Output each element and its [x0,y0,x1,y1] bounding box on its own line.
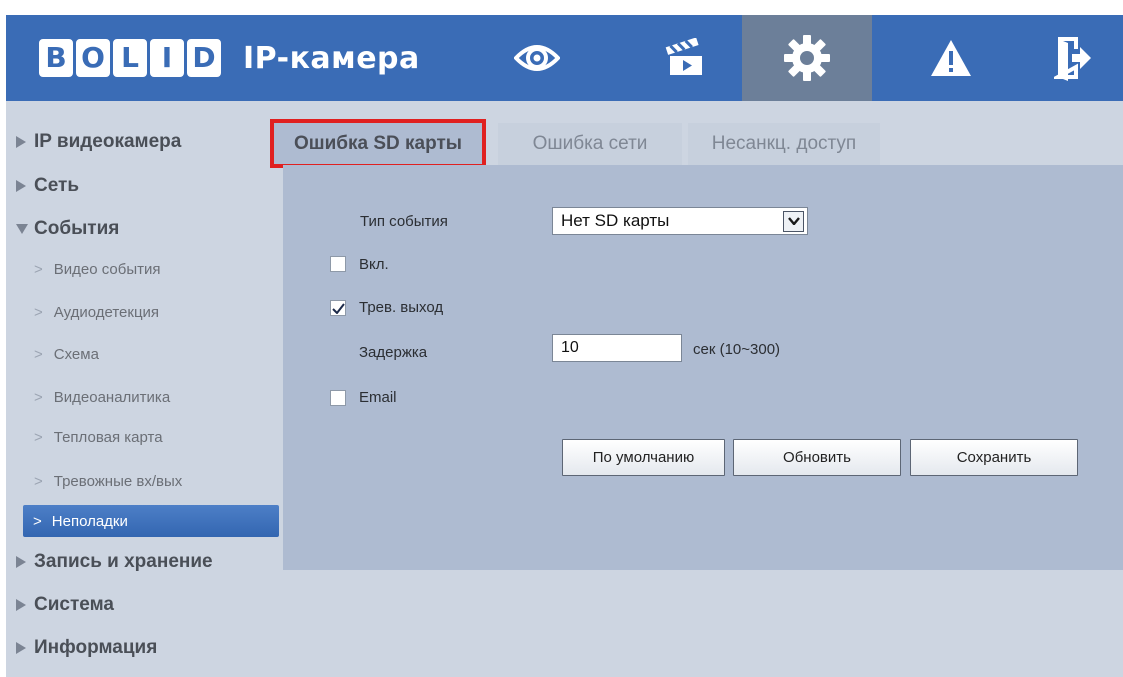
event-type-value: Нет SD карты [561,211,670,230]
chevron-right-icon: > [33,512,42,530]
sidebar-item-label: Схема [53,346,99,363]
chevron-right-icon: > [34,429,43,446]
chevron-right-icon: > [34,389,43,406]
alarm-output-label: Трев. выход [359,299,444,316]
sidebar-item-label: Аудиодетекция [53,304,160,321]
expand-arrow-icon [16,642,26,654]
enable-checkbox[interactable] [330,256,346,272]
logo-letter: B [39,39,73,77]
logout-icon [1054,37,1091,81]
event-type-label: Тип события [360,213,448,230]
sidebar-subitem-alarm-io[interactable]: > Тревожные вх/вых [34,473,309,490]
sidebar-subitem-malfunctions[interactable]: > Неполадки [23,505,279,537]
sidebar-item-label: Тепловая карта [53,429,163,446]
sidebar-subitem-video-analytics[interactable]: > Видеоаналитика [34,389,309,406]
default-button[interactable]: По умолчанию [562,439,725,476]
sidebar: IP видеокамера Сеть События > Видео собы… [6,101,283,677]
sidebar-item-label: Неполадки [51,512,128,530]
refresh-button[interactable]: Обновить [733,439,901,476]
sidebar-item-system[interactable]: Система [16,594,291,616]
enable-label: Вкл. [359,256,389,273]
gear-icon [784,35,830,81]
event-type-select[interactable]: Нет SD карты [552,207,808,235]
sidebar-item-label: IP видеокамера [34,131,182,152]
sidebar-item-label: События [34,218,120,239]
logo-letter: O [76,39,110,77]
chevron-down-icon [783,210,804,232]
sidebar-item-information[interactable]: Информация [16,637,291,659]
delay-unit-label: сек (10~300) [693,341,781,358]
nav-playback-button[interactable] [630,15,740,101]
sidebar-item-label: Информация [34,637,158,658]
sidebar-item-ip-camera[interactable]: IP видеокамера [16,131,291,153]
expand-arrow-icon [16,599,26,611]
sidebar-subitem-heat-map[interactable]: > Тепловая карта [34,429,309,446]
email-label: Email [359,389,397,406]
logo-mark: B O L I D [39,39,221,77]
email-checkbox[interactable] [330,390,346,406]
tab-network-error[interactable]: Ошибка сети [498,123,682,165]
delay-input[interactable] [552,334,682,362]
checkmark-icon [331,302,345,314]
sidebar-subitem-video-events[interactable]: > Видео события [34,261,309,278]
sidebar-item-events[interactable]: События [16,218,291,240]
sidebar-item-network[interactable]: Сеть [16,175,291,197]
app-title: IP-камера [243,40,420,76]
brand-logo: B O L I D IP-камера [39,36,420,80]
sidebar-item-label: Запись и хранение [34,551,213,572]
sidebar-item-label: Система [34,594,114,615]
expand-arrow-icon [16,136,26,148]
sidebar-item-label: Тревожные вх/вых [53,473,183,490]
chevron-right-icon: > [34,304,43,321]
logo-letter: D [187,39,221,77]
expand-arrow-icon [16,556,26,568]
save-button[interactable]: Сохранить [910,439,1078,476]
chevron-right-icon: > [34,346,43,363]
chevron-right-icon: > [34,473,43,490]
sidebar-item-label: Видеоаналитика [53,389,171,406]
clapperboard-icon [665,38,702,75]
tab-unauthorized-access[interactable]: Несанкц. доступ [688,123,880,165]
logo-letter: L [113,39,147,77]
header-bar: B O L I D IP-камера [6,15,1123,101]
sidebar-item-label: Сеть [34,175,80,196]
chevron-right-icon: > [34,261,43,278]
nav-alarm-button[interactable] [896,15,1006,101]
delay-label: Задержка [359,344,428,361]
expand-arrow-icon [16,180,26,192]
sidebar-item-recording-storage[interactable]: Запись и хранение [16,551,291,573]
nav-logout-button[interactable] [1018,15,1123,101]
sidebar-item-label: Видео события [53,261,161,278]
sidebar-subitem-scheme[interactable]: > Схема [34,346,309,363]
nav-live-button[interactable] [482,15,592,101]
tab-sd-card-error[interactable]: Ошибка SD карты [274,123,482,165]
eye-icon [514,45,560,71]
warning-icon [931,40,971,76]
sidebar-subitem-audio-detection[interactable]: > Аудиодетекция [34,304,309,321]
collapse-arrow-icon [16,224,28,234]
alarm-output-checkbox[interactable] [330,300,346,316]
logo-letter: I [150,39,184,77]
nav-settings-button[interactable] [742,15,872,101]
